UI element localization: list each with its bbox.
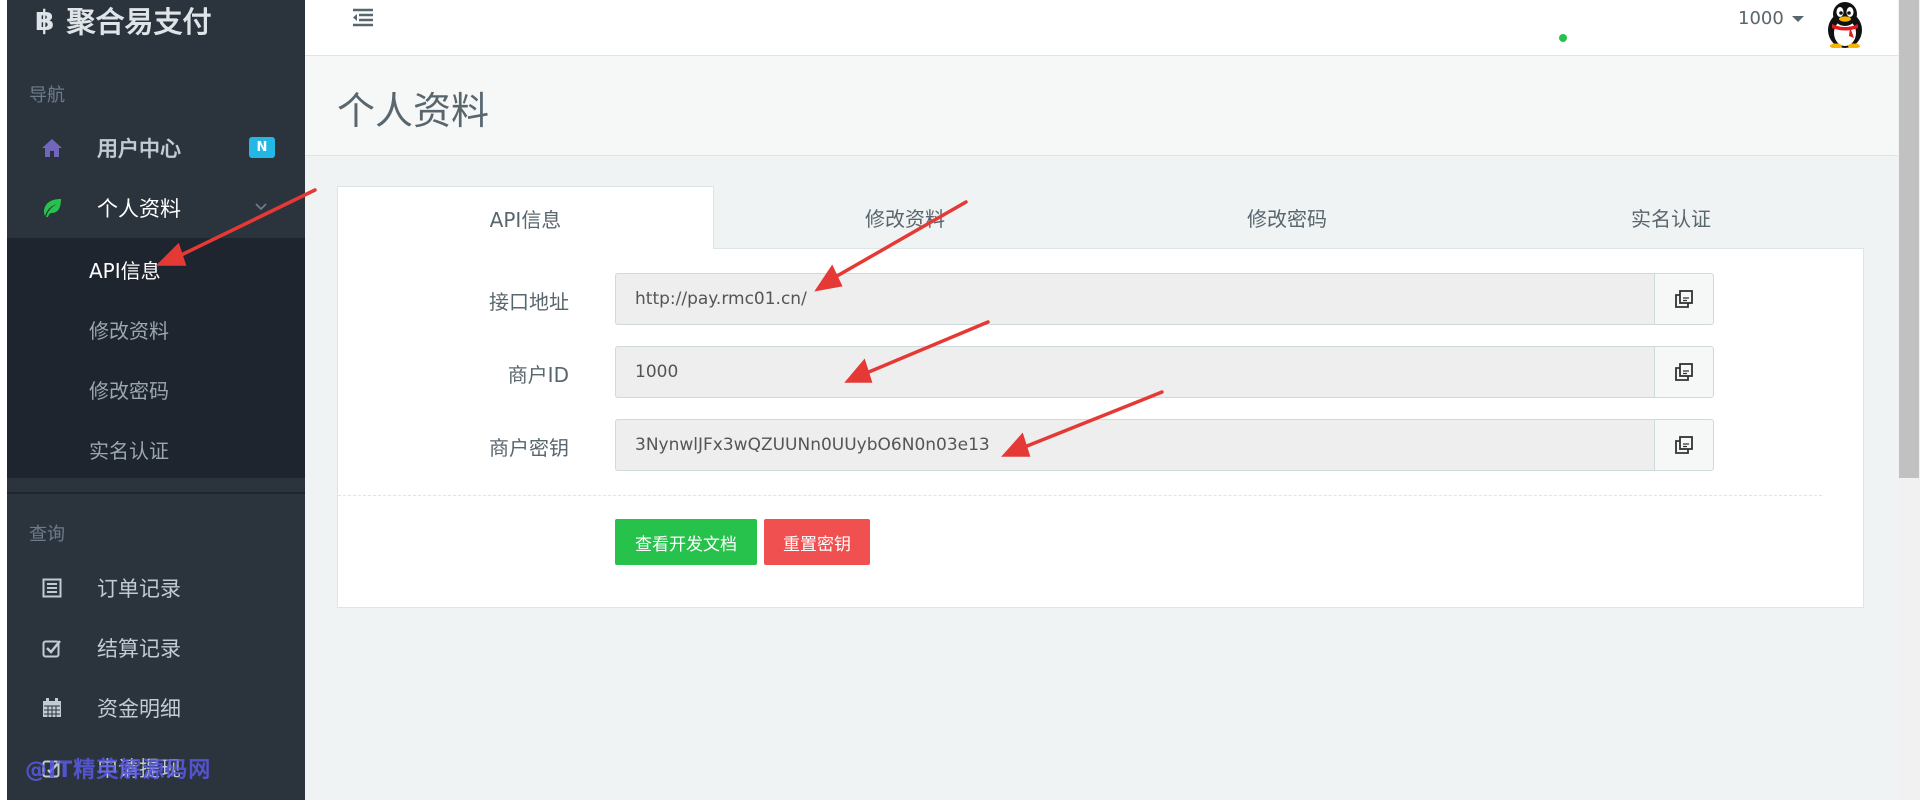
- sidebar-item-label: 个人资料: [97, 197, 181, 221]
- window-edge: [0, 0, 7, 800]
- user-id: 1000: [1738, 8, 1784, 29]
- copy-icon: [1675, 436, 1693, 454]
- form-row-merchant-key: 商户密钥: [338, 419, 1865, 471]
- page-title: 个人资料: [337, 89, 490, 133]
- user-dropdown[interactable]: 1000: [1738, 8, 1804, 29]
- check-square-icon: [7, 638, 97, 658]
- merchant-key-input[interactable]: [615, 419, 1654, 471]
- scrollbar-thumb[interactable]: [1899, 0, 1919, 478]
- brand-name: 聚合易支付: [66, 5, 212, 39]
- merchant-id-input[interactable]: [615, 346, 1654, 398]
- api-url-input[interactable]: [615, 273, 1654, 325]
- merchant-key-group: [615, 419, 1714, 471]
- submenu-item-api-info[interactable]: API信息: [89, 255, 161, 284]
- merchant-key-label: 商户密钥: [489, 436, 569, 460]
- top-header: 1000: [305, 0, 1898, 56]
- nav-header: 导航: [29, 85, 65, 106]
- chevron-down-icon: [255, 203, 267, 211]
- calendar-icon: [7, 698, 97, 718]
- merchant-id-group: [615, 346, 1714, 398]
- page-title-bar: 个人资料: [305, 56, 1898, 156]
- tab-bar: API信息 修改资料 修改密码 实名认证: [337, 186, 1864, 249]
- watermark: @IT精英解源码网: [25, 758, 212, 783]
- sidebar-item-funds[interactable]: 资金明细: [7, 678, 305, 738]
- sidebar-item-label: 结算记录: [97, 637, 181, 661]
- list-icon: [7, 578, 97, 598]
- form-row-api-url: 接口地址: [338, 273, 1865, 325]
- api-url-group: [615, 273, 1714, 325]
- sidebar-divider: [7, 492, 305, 494]
- copy-merchant-id-button[interactable]: [1654, 346, 1714, 398]
- online-status-dot: [1558, 33, 1568, 43]
- sidebar-item-orders[interactable]: 订单记录: [7, 558, 305, 618]
- reset-key-button[interactable]: 重置密钥: [764, 519, 870, 565]
- brand[interactable]: ฿ 聚合易支付: [35, 0, 212, 40]
- sidebar-item-settlements[interactable]: 结算记录: [7, 618, 305, 678]
- leaf-icon: [7, 198, 97, 218]
- tab-edit-profile[interactable]: 修改资料: [714, 186, 1096, 249]
- form-row-merchant-id: 商户ID: [338, 346, 1865, 398]
- query-header: 查询: [29, 524, 65, 545]
- copy-icon: [1675, 290, 1693, 308]
- sidebar-item-label: 用户中心: [97, 137, 181, 161]
- submenu-item-change-password[interactable]: 修改密码: [89, 375, 169, 404]
- copy-merchant-key-button[interactable]: [1654, 419, 1714, 471]
- api-info-panel: 接口地址 商户ID 商户密钥 查看开发文档 重置密钥: [337, 248, 1864, 608]
- new-badge: N: [249, 137, 275, 158]
- menu-toggle-icon[interactable]: [351, 8, 375, 28]
- submenu-item-edit-profile[interactable]: 修改资料: [89, 315, 169, 344]
- copy-icon: [1675, 363, 1693, 381]
- view-docs-button[interactable]: 查看开发文档: [615, 519, 757, 565]
- qq-penguin-avatar[interactable]: [1820, 0, 1870, 48]
- submenu-item-verification[interactable]: 实名认证: [89, 435, 169, 464]
- merchant-id-label: 商户ID: [507, 363, 569, 387]
- api-url-label: 接口地址: [489, 290, 569, 314]
- tab-api-info[interactable]: API信息: [337, 186, 714, 249]
- form-divider: [338, 495, 1822, 496]
- sidebar-item-label: 订单记录: [97, 577, 181, 601]
- sidebar: ฿ 聚合易支付 导航 用户中心 N 个人资料 API信息 修改资料 修改密码 实…: [7, 0, 305, 800]
- home-icon: [7, 138, 97, 158]
- bitcoin-logo-icon: ฿: [35, 3, 55, 37]
- copy-api-url-button[interactable]: [1654, 273, 1714, 325]
- caret-down-icon: [1791, 15, 1804, 22]
- sidebar-item-label: 资金明细: [97, 697, 181, 721]
- tab-change-password[interactable]: 修改密码: [1096, 186, 1478, 249]
- tab-verification[interactable]: 实名认证: [1478, 186, 1864, 249]
